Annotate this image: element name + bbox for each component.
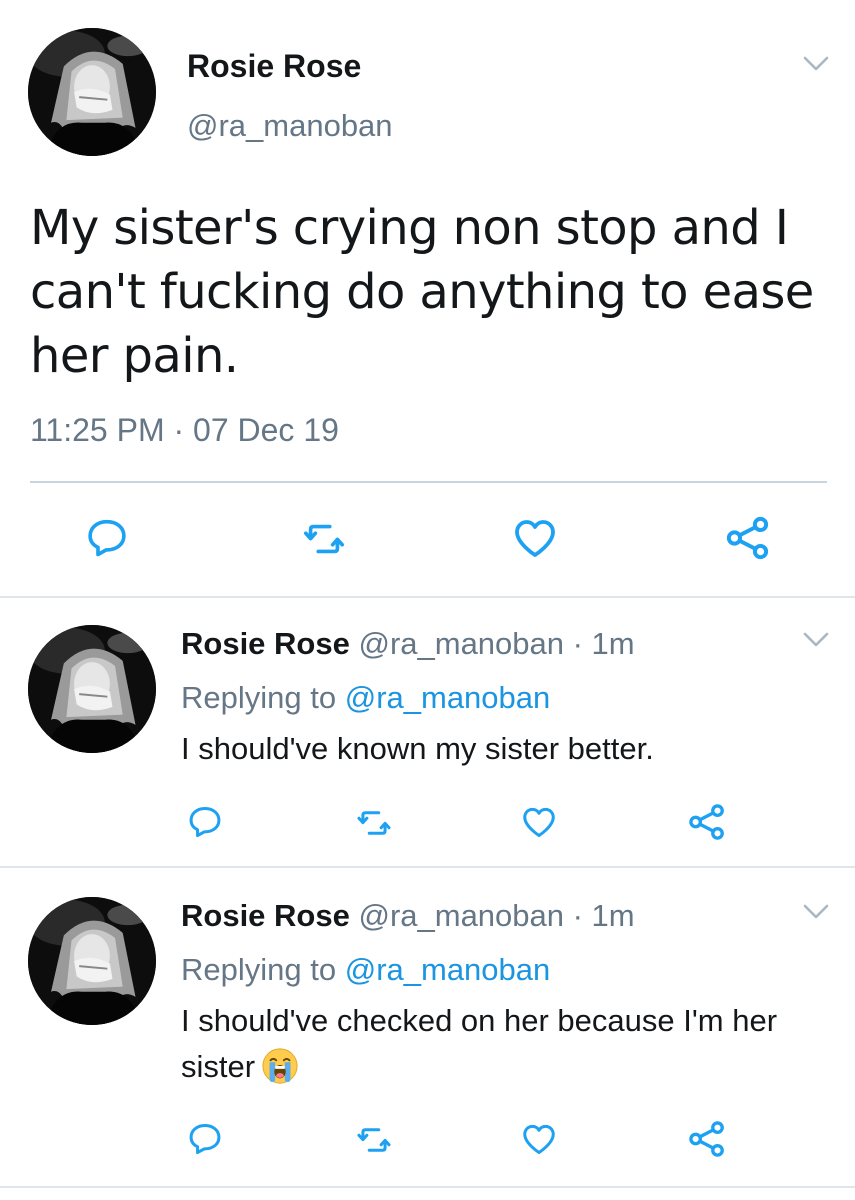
reply-icon[interactable] (84, 515, 130, 561)
username-time[interactable]: @ra_manoban · 1m (358, 898, 634, 933)
chevron-down-icon[interactable] (803, 904, 829, 920)
tweet-text: I should've checked on her because I'm h… (181, 998, 821, 1090)
replying-to: Replying to @ra_manoban (181, 680, 550, 716)
display-name[interactable]: Rosie Rose (181, 626, 350, 661)
tweet-timestamp[interactable]: 11:25 PM · 07 Dec 19 (30, 412, 339, 449)
divider (30, 481, 827, 483)
retweet-icon[interactable] (352, 1121, 396, 1159)
like-icon[interactable] (519, 1120, 559, 1158)
share-icon[interactable] (722, 513, 774, 563)
reply-header: Rosie Rose @ra_manoban · 1m (181, 898, 635, 934)
divider (0, 1186, 855, 1188)
reply-icon[interactable] (186, 1120, 224, 1158)
like-icon[interactable] (519, 803, 559, 841)
loudly-crying-face-emoji (261, 1047, 299, 1085)
share-icon[interactable] (686, 1118, 728, 1160)
profile-avatar[interactable] (28, 897, 156, 1025)
profile-avatar[interactable] (28, 28, 156, 156)
replying-to-label: Replying to (181, 680, 345, 715)
retweet-icon[interactable] (352, 804, 396, 842)
reply-icon[interactable] (186, 803, 224, 841)
tweet-text: My sister's crying non stop and I can't … (30, 200, 814, 384)
chevron-down-icon[interactable] (803, 56, 829, 72)
divider (0, 866, 855, 868)
username[interactable]: @ra_manoban (187, 108, 393, 144)
tweet-text-content: I should've known my sister better. (181, 731, 654, 766)
chevron-down-icon[interactable] (803, 632, 829, 648)
share-icon[interactable] (686, 801, 728, 843)
replying-to: Replying to @ra_manoban (181, 952, 550, 988)
mention-link[interactable]: @ra_manoban (345, 680, 551, 715)
display-name[interactable]: Rosie Rose (181, 898, 350, 933)
profile-avatar[interactable] (28, 625, 156, 753)
divider (0, 596, 855, 598)
replying-to-label: Replying to (181, 952, 345, 987)
retweet-icon[interactable] (296, 516, 352, 562)
reply-header: Rosie Rose @ra_manoban · 1m (181, 626, 635, 662)
like-icon[interactable] (510, 514, 560, 562)
tweet-text: I should've known my sister better. (181, 726, 821, 772)
display-name[interactable]: Rosie Rose (187, 48, 361, 85)
username-time[interactable]: @ra_manoban · 1m (358, 626, 634, 661)
mention-link[interactable]: @ra_manoban (345, 952, 551, 987)
